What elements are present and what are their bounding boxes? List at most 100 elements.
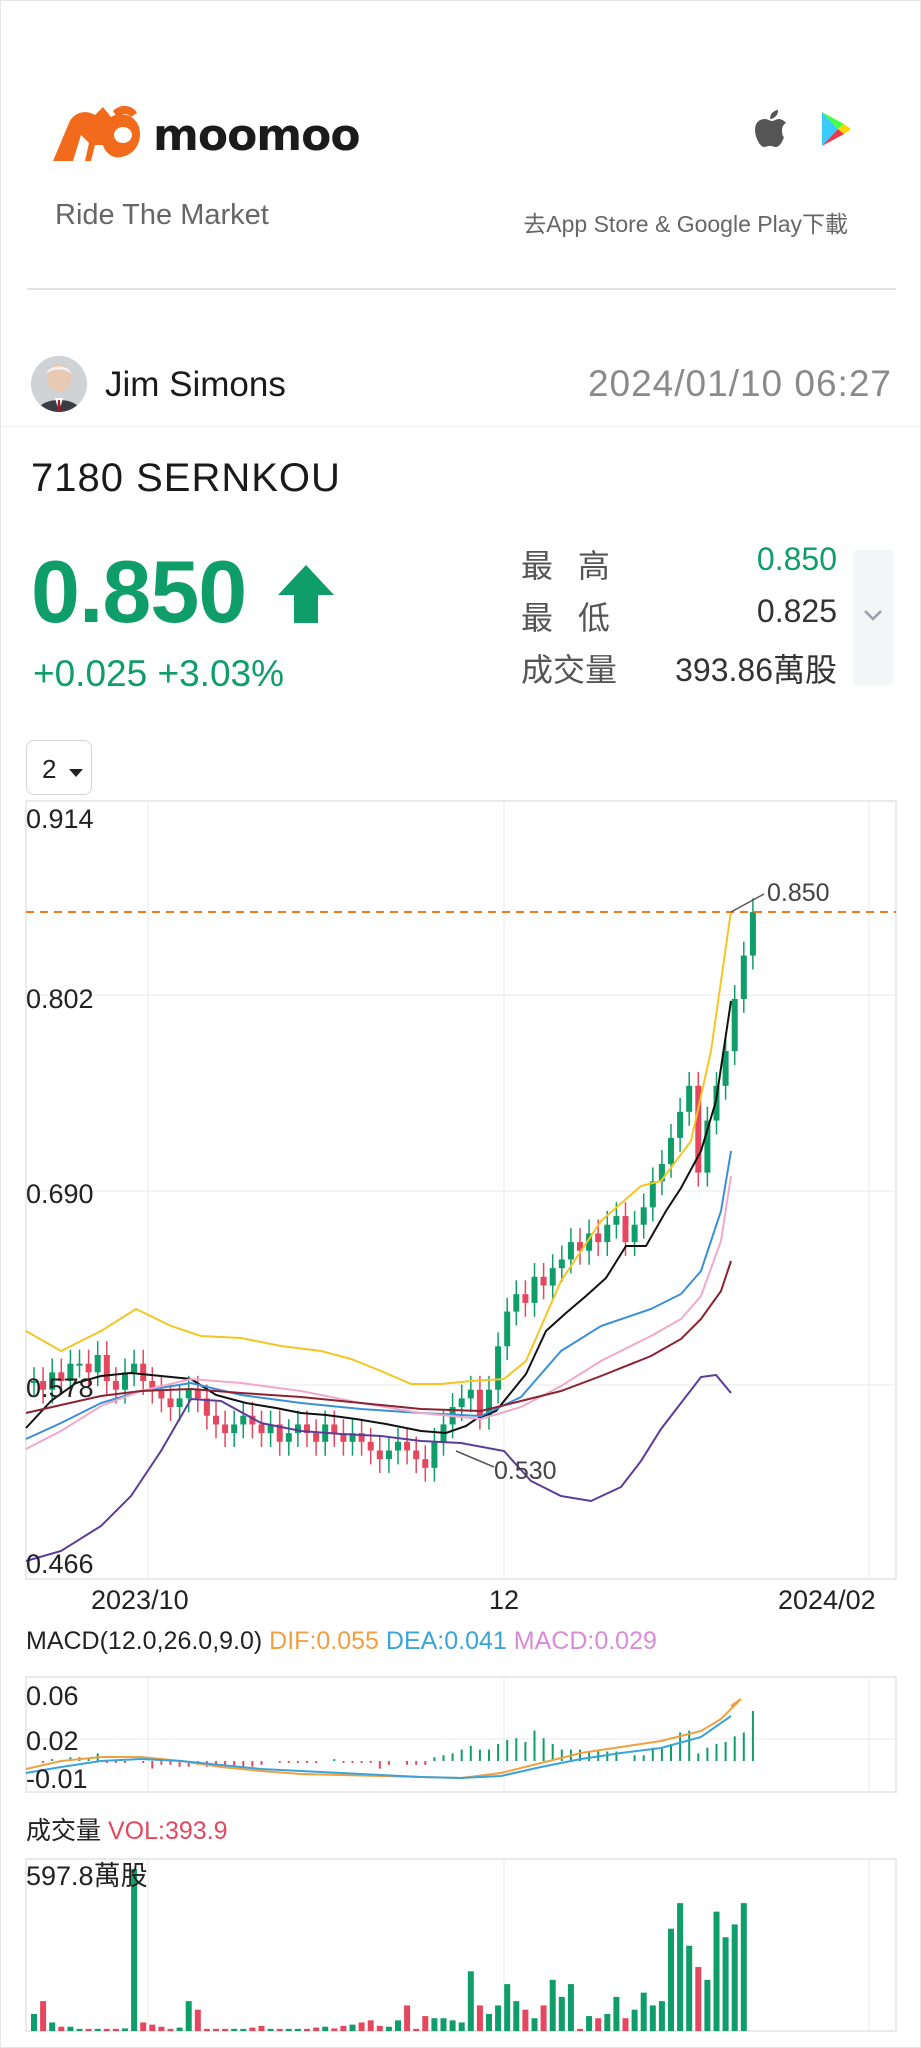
volume-bar xyxy=(194,2009,201,2031)
volume-bar xyxy=(85,2028,92,2031)
candle xyxy=(103,1354,110,1382)
candle xyxy=(294,1424,301,1434)
candle xyxy=(140,1363,147,1382)
candle xyxy=(94,1354,101,1373)
volume-bar xyxy=(322,2026,329,2031)
y-tick-label: 0.466 xyxy=(26,1549,94,1579)
volume-bar xyxy=(540,2005,547,2031)
candle xyxy=(385,1450,392,1460)
candle xyxy=(686,1085,693,1112)
google-play-icon[interactable] xyxy=(820,111,852,147)
volume-bar xyxy=(385,2026,392,2031)
volume-bar xyxy=(203,2028,210,2031)
last-price-label: 0.850 xyxy=(767,879,830,907)
y-tick-label: 0.802 xyxy=(26,984,94,1014)
candle xyxy=(313,1433,320,1442)
macd-params: MACD(12.0,26.0,9.0) xyxy=(26,1627,263,1655)
x-tick-label: 12 xyxy=(489,1585,519,1615)
volume-bar xyxy=(49,2022,56,2031)
candle xyxy=(112,1381,119,1390)
y-tick-label: 0.914 xyxy=(26,804,94,834)
up-arrow-icon xyxy=(278,565,334,623)
volume-bar xyxy=(285,2028,292,2031)
candle xyxy=(131,1363,138,1373)
volume-bar xyxy=(167,2028,174,2031)
candle xyxy=(677,1111,684,1138)
price-change: +0.025 +3.03% xyxy=(33,653,284,694)
volume-bar xyxy=(722,1937,729,2031)
volume-bars xyxy=(31,1869,747,2031)
apple-icon[interactable] xyxy=(754,109,788,149)
post-timestamp: 2024/01/10 06:27 xyxy=(587,363,892,404)
volume-bar xyxy=(94,2028,101,2031)
volume-bar xyxy=(495,2005,502,2031)
candle xyxy=(331,1424,338,1434)
chevron-down-icon xyxy=(864,610,882,621)
volume-bar xyxy=(76,2028,83,2031)
candle xyxy=(604,1224,611,1243)
candle xyxy=(740,955,747,999)
macd-legend: MACD(12.0,26.0,9.0) DIF:0.055 DEA:0.041 … xyxy=(26,1627,657,1656)
volume-bar xyxy=(567,1984,574,2031)
volume-bar xyxy=(304,2028,310,2031)
candle xyxy=(213,1415,219,1425)
period-selector[interactable]: 2 xyxy=(26,740,92,795)
price-chart[interactable]: 0.850 0.530 0.914 0.802 0.690 0.578 0.46… xyxy=(1,791,921,2041)
volume-bar xyxy=(294,2028,301,2031)
volume-bar xyxy=(558,1996,565,2031)
volume-bar xyxy=(713,1911,720,2031)
volume-legend-label: 成交量 xyxy=(26,1817,102,1845)
volume-bar xyxy=(258,2025,265,2031)
stock-title[interactable]: 7180 SERNKOU xyxy=(31,456,341,501)
candle xyxy=(531,1276,538,1303)
header-divider xyxy=(27,288,896,290)
x-tick-label: 2023/10 xyxy=(91,1585,189,1615)
volume-bar xyxy=(67,2026,74,2031)
candle xyxy=(495,1346,502,1390)
price-panel xyxy=(25,800,897,1580)
volume-bar xyxy=(677,1903,684,2031)
stat-high-value: 0.850 xyxy=(756,541,837,577)
author-photo xyxy=(31,356,87,412)
expand-stats-button[interactable] xyxy=(853,550,893,685)
volume-bar xyxy=(458,2022,465,2031)
volume-bar xyxy=(58,2026,65,2031)
stat-volume: 成交量 393.86萬股 xyxy=(521,645,837,695)
moomoo-logo[interactable]: moomoo xyxy=(51,101,361,169)
volume-bar xyxy=(249,2027,256,2031)
volume-bar xyxy=(668,1928,674,2031)
candle xyxy=(549,1268,556,1286)
volume-bar xyxy=(103,2028,110,2031)
volume-bar xyxy=(531,2018,538,2031)
min-price-label: 0.530 xyxy=(494,1457,557,1485)
candle xyxy=(194,1389,201,1399)
volume-bar xyxy=(431,2018,438,2031)
candle xyxy=(731,998,738,1052)
volume-bar xyxy=(131,1869,138,2031)
volume-bar xyxy=(577,2028,583,2031)
volume-bar xyxy=(422,2016,429,2031)
candle xyxy=(231,1424,238,1434)
candle xyxy=(395,1441,401,1451)
candle xyxy=(749,912,756,956)
volume-max-label: 597.8萬股 xyxy=(26,1861,148,1891)
caret-down-icon xyxy=(68,769,83,777)
macd-tick-label: 0.06 xyxy=(26,1681,79,1711)
volume-bar xyxy=(731,1924,738,2031)
volume-bar xyxy=(467,1971,474,2031)
app-name: moomoo xyxy=(153,109,361,161)
avatar[interactable] xyxy=(31,356,87,412)
ma-red-line xyxy=(25,1260,732,1414)
volume-bar xyxy=(31,2013,37,2031)
candle xyxy=(458,1398,465,1408)
volume-bar xyxy=(395,2020,401,2031)
store-download-link[interactable]: 去App Store & Google Play下載 xyxy=(523,205,848,239)
volume-panel xyxy=(25,1858,897,2032)
volume-bar xyxy=(658,2001,665,2031)
candle xyxy=(167,1398,174,1408)
author-name[interactable]: Jim Simons xyxy=(105,365,286,405)
candle xyxy=(631,1224,638,1243)
volume-bar xyxy=(586,2016,593,2031)
volume-bar xyxy=(686,1945,693,2031)
volume-bar xyxy=(176,2027,183,2031)
